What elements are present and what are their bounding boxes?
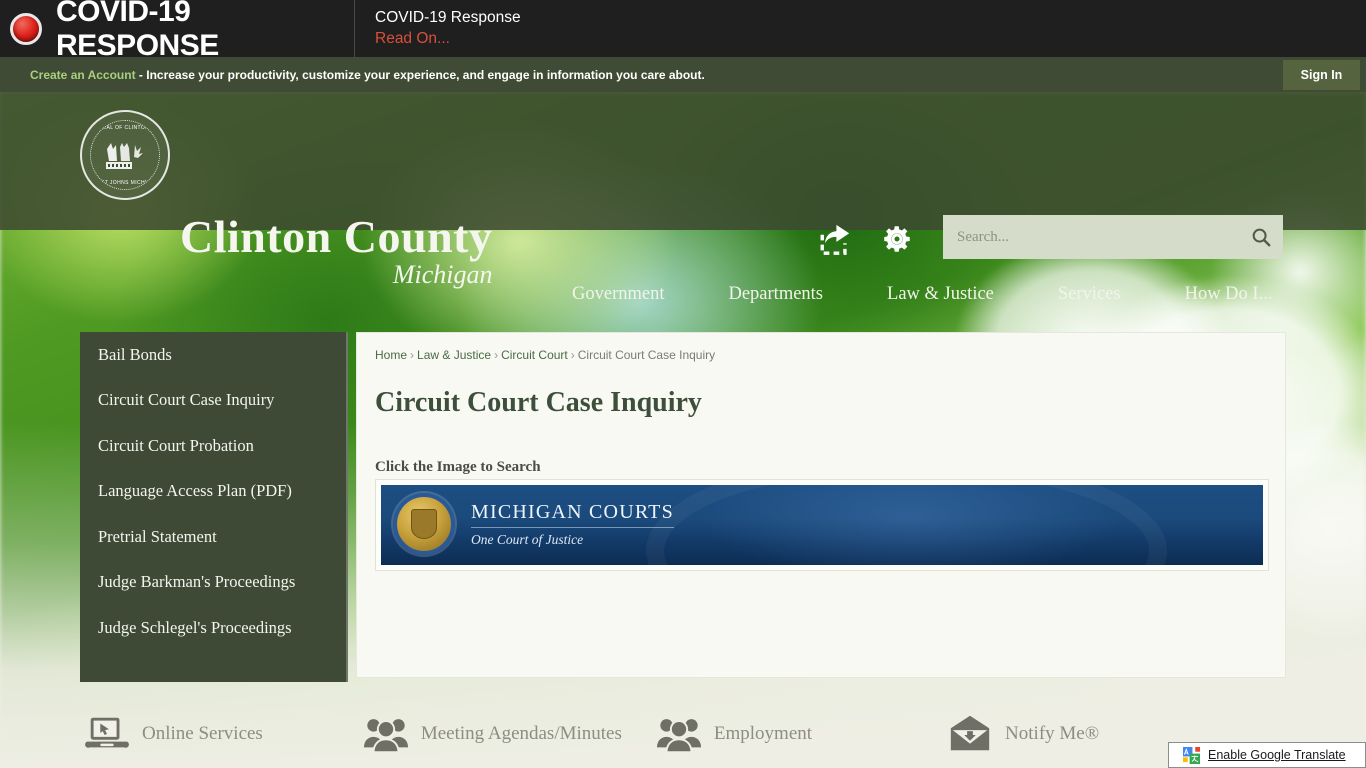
sidebar-item-language-access-plan[interactable]: Language Access Plan (PDF) bbox=[80, 469, 346, 515]
section-sidebar-navigation: Bail Bonds Circuit Court Case Inquiry Ci… bbox=[80, 332, 348, 682]
account-notice-bar: Create an Account - Increase your produc… bbox=[0, 57, 1366, 92]
covid-banner-title: COVID-19 RESPONSE bbox=[56, 0, 219, 62]
michigan-courts-subtitle: One Court of Justice bbox=[471, 532, 584, 547]
sidebar-item-circuit-court-probation[interactable]: Circuit Court Probation bbox=[80, 423, 346, 469]
county-seal-bottom-text: ST JOHNS MICHIGAN bbox=[101, 180, 159, 186]
sign-in-button[interactable]: Sign In bbox=[1283, 60, 1360, 90]
account-notice-text: Create an Account - Increase your produc… bbox=[0, 68, 705, 82]
search-input[interactable] bbox=[943, 228, 1239, 246]
people-group-icon bbox=[363, 719, 408, 754]
create-account-link[interactable]: Create an Account bbox=[30, 68, 136, 82]
quick-link-label: Notify Me® bbox=[1005, 723, 1100, 744]
quick-link-online-services[interactable]: Online Services bbox=[84, 714, 263, 754]
breadcrumb-item-current: Circuit Court Case Inquiry bbox=[577, 348, 716, 362]
site-wordmark[interactable]: Clinton County Michigan bbox=[180, 214, 492, 288]
covid-alert-bar: COVID-19 RESPONSE COVID-19 Response Read… bbox=[0, 0, 1366, 62]
header-utility-icons bbox=[818, 222, 914, 256]
laptop-cursor-icon bbox=[85, 717, 129, 748]
breadcrumb-item-home[interactable]: Home bbox=[375, 348, 407, 362]
google-translate-label: Enable Google Translate bbox=[1208, 748, 1346, 762]
site-header: SEAL OF CLINTON COUNTY ST JOHNS MICHIGAN bbox=[0, 92, 1366, 304]
quick-links-bar: Online Services Meeting Agendas/Minutes bbox=[0, 700, 1366, 768]
red-alert-circle-icon bbox=[10, 12, 42, 45]
breadcrumb: Home › Law & Justice › Circuit Court › Circuit… bbox=[375, 348, 715, 362]
breadcrumb-item-law-justice[interactable]: Law & Justice bbox=[417, 348, 491, 362]
michigan-seal-shield bbox=[411, 509, 437, 539]
page-title: Circuit Court Case Inquiry bbox=[375, 387, 702, 418]
covid-alert-headline: COVID-19 Response bbox=[375, 8, 521, 26]
account-notice-message: - Increase your productivity, customize … bbox=[135, 67, 705, 82]
quick-link-label: Employment bbox=[713, 723, 813, 744]
sidebar-item-judge-schlegel-proceedings[interactable]: Judge Schlegel's Proceedings bbox=[80, 605, 346, 651]
covid-alert-message[interactable]: COVID-19 Response Read On... bbox=[355, 8, 521, 50]
site-subtitle: Michigan bbox=[392, 260, 493, 289]
breadcrumb-separator: › bbox=[410, 348, 415, 362]
county-seal-icon[interactable]: SEAL OF CLINTON COUNTY ST JOHNS MICHIGAN bbox=[80, 110, 170, 200]
google-translate-icon bbox=[1183, 746, 1200, 764]
breadcrumb-item-circuit-court[interactable]: Circuit Court bbox=[501, 348, 568, 362]
nav-item-services[interactable]: Services bbox=[1026, 284, 1153, 305]
quick-link-meeting-agendas[interactable]: Meeting Agendas/Minutes bbox=[363, 714, 622, 754]
nav-item-departments[interactable]: Departments bbox=[696, 284, 855, 305]
sidebar-item-judge-barkman-proceedings[interactable]: Judge Barkman's Proceedings bbox=[80, 560, 346, 606]
quick-link-notify-me[interactable]: Notify Me® bbox=[947, 714, 1099, 754]
county-seal-emblem-icon bbox=[106, 143, 143, 169]
county-seal-inner: SEAL OF CLINTON COUNTY ST JOHNS MICHIGAN bbox=[90, 120, 160, 190]
google-translate-widget[interactable]: Enable Google Translate bbox=[1168, 742, 1366, 768]
page-root: COVID-19 RESPONSE COVID-19 Response Read… bbox=[0, 0, 1366, 768]
main-content-panel: Home › Law & Justice › Circuit Court › Circuit… bbox=[356, 332, 1286, 678]
covid-read-on-link[interactable]: Read On... bbox=[375, 29, 521, 50]
sidebar-item-bail-bonds[interactable]: Bail Bonds bbox=[80, 332, 346, 378]
michigan-courts-title: MICHIGAN COURTS bbox=[471, 501, 674, 528]
michigan-courts-image-frame: MICHIGAN COURTS One Court of Justice bbox=[375, 479, 1269, 571]
section-instruction-label: Click the Image to Search bbox=[375, 459, 541, 475]
search-icon bbox=[1252, 228, 1271, 247]
michigan-courts-banner-link[interactable]: MICHIGAN COURTS One Court of Justice bbox=[381, 485, 1263, 565]
sidebar-item-circuit-court-case-inquiry[interactable]: Circuit Court Case Inquiry bbox=[80, 378, 346, 424]
covid-banner-brand: COVID-19 RESPONSE bbox=[0, 0, 355, 62]
quick-link-employment[interactable]: Employment bbox=[656, 714, 812, 754]
quick-link-label: Online Services bbox=[142, 723, 263, 744]
nav-item-government[interactable]: Government bbox=[540, 284, 696, 305]
michigan-state-seal-icon bbox=[393, 493, 455, 555]
breadcrumb-separator: › bbox=[570, 348, 575, 362]
sidebar-item-pretrial-statement[interactable]: Pretrial Statement bbox=[80, 514, 346, 560]
site-title: Clinton County bbox=[180, 211, 493, 262]
gear-icon[interactable] bbox=[880, 222, 914, 256]
search-box[interactable] bbox=[943, 215, 1283, 259]
county-seal-top-text: SEAL OF CLINTON COUNTY bbox=[99, 125, 160, 131]
people-group-icon bbox=[656, 719, 701, 754]
breadcrumb-separator: › bbox=[494, 348, 499, 362]
search-submit-button[interactable] bbox=[1239, 215, 1283, 259]
nav-item-how-do-i[interactable]: How Do I... bbox=[1153, 284, 1305, 305]
nav-item-law-justice[interactable]: Law & Justice bbox=[855, 284, 1026, 305]
main-navigation: Government Departments Law & Justice Ser… bbox=[540, 284, 1304, 305]
quick-link-label: Meeting Agendas/Minutes bbox=[420, 723, 622, 744]
michigan-courts-text-block: MICHIGAN COURTS One Court of Justice bbox=[471, 501, 674, 548]
share-icon[interactable] bbox=[818, 222, 852, 256]
open-envelope-icon bbox=[950, 715, 990, 751]
